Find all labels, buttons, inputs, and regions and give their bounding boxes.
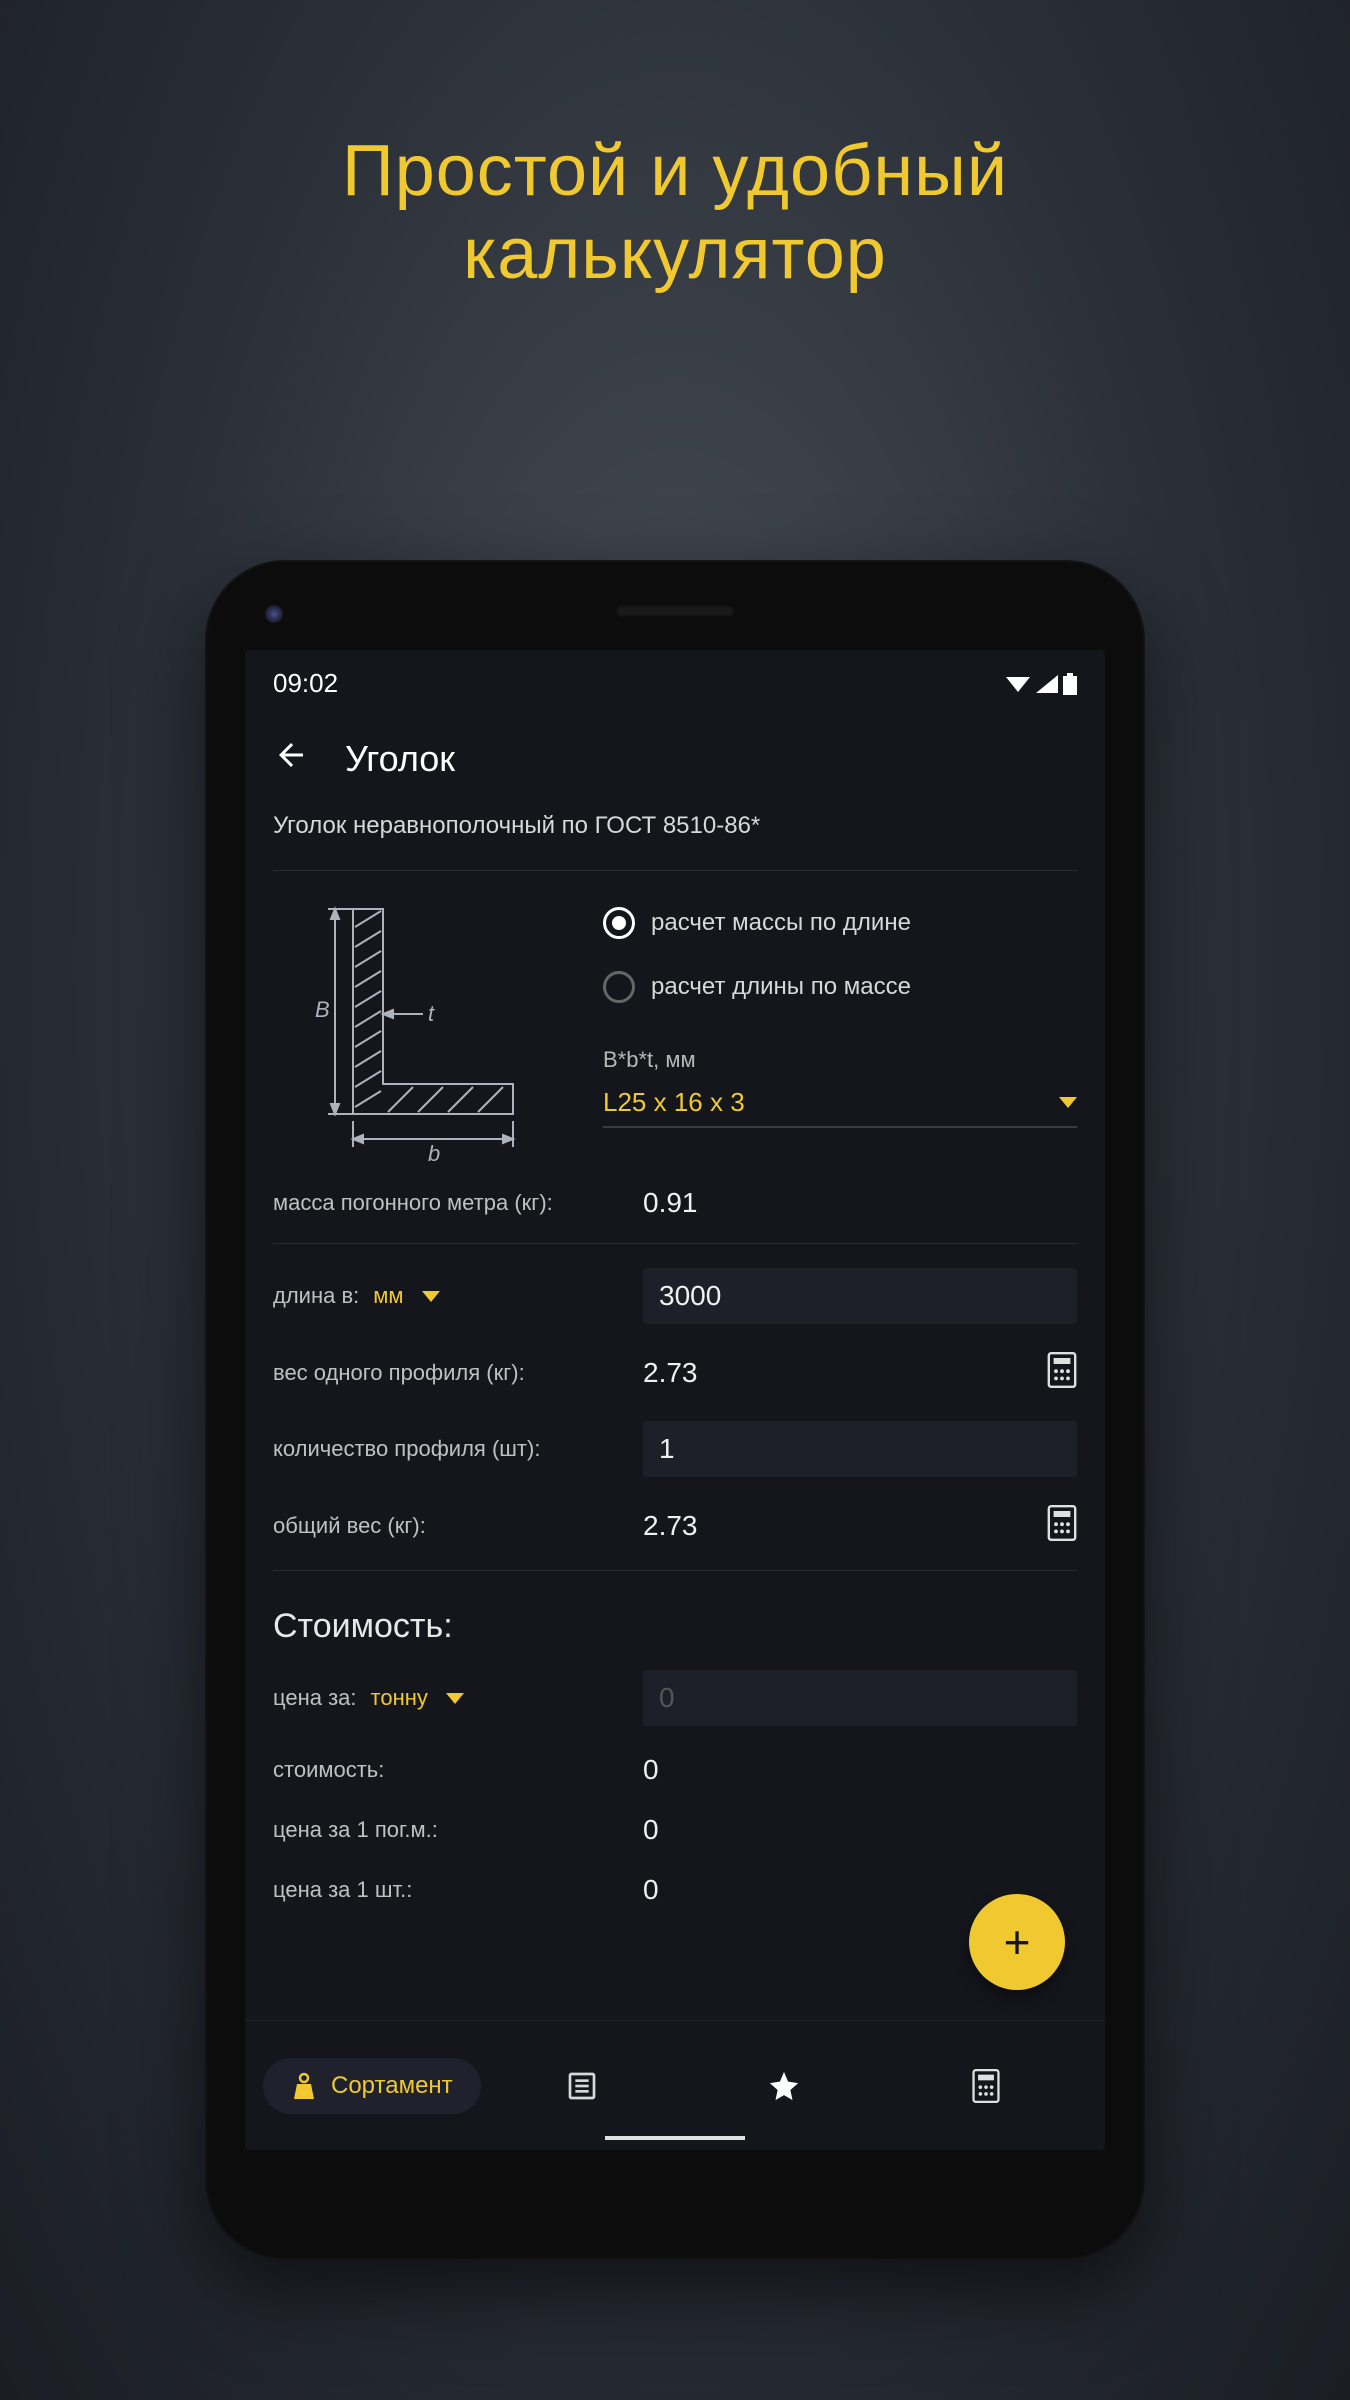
cost-section-title: Стоимость: <box>245 1581 1105 1656</box>
nav-list[interactable] <box>481 2070 683 2102</box>
value-cost: 0 <box>643 1754 1077 1786</box>
page-title: Уголок <box>345 738 455 780</box>
star-icon <box>767 2069 801 2103</box>
input-qty[interactable]: 1 <box>643 1421 1077 1477</box>
row-per-pogm: цена за 1 пог.м.: 0 <box>245 1800 1105 1860</box>
promo-line-1: Простой и удобный <box>0 130 1350 213</box>
label-length-text: длина в: <box>273 1283 359 1309</box>
label-length: длина в: мм <box>273 1283 623 1309</box>
nav-favorites[interactable] <box>683 2069 885 2103</box>
row-cost: стоимость: 0 <box>245 1740 1105 1800</box>
value-single-weight: 2.73 <box>643 1357 1027 1389</box>
status-icons <box>1005 673 1077 695</box>
radio-by-length[interactable]: расчет массы по длине <box>603 899 1077 963</box>
value-total-weight: 2.73 <box>643 1510 1027 1542</box>
divider <box>273 870 1077 871</box>
promo-title: Простой и удобный калькулятор <box>0 0 1350 296</box>
calc-mode-group: расчет массы по длине расчет длины по ма… <box>603 899 1077 1169</box>
value-per-pogm: 0 <box>643 1814 1077 1846</box>
status-bar: 09:02 <box>245 650 1105 709</box>
app-screen: 09:02 Уголок Уголок неравнополочный по Г… <box>245 650 1105 2150</box>
top-section: B b t расчет массы по длине расчет длины… <box>245 881 1105 1173</box>
diagram-label-b: b <box>428 1141 440 1166</box>
size-select[interactable]: L25 x 16 x 3 <box>603 1087 1077 1128</box>
label-total-weight: общий вес (кг): <box>273 1513 623 1539</box>
back-button[interactable] <box>273 737 309 780</box>
profile-diagram: B b t <box>273 899 573 1169</box>
wifi-icon <box>1005 674 1031 694</box>
divider <box>273 1570 1077 1571</box>
label-price-per: цена за: тонну <box>273 1685 623 1711</box>
value-mass-per-meter: 0.91 <box>643 1187 1077 1219</box>
label-price-per-text: цена за: <box>273 1685 357 1711</box>
row-single-weight: вес одного профиля (кг): 2.73 <box>245 1338 1105 1407</box>
length-unit-value: мм <box>373 1283 403 1309</box>
label-per-piece: цена за 1 шт.: <box>273 1877 623 1903</box>
promo-line-2: калькулятор <box>0 213 1350 296</box>
row-qty: количество профиля (шт): 1 <box>245 1407 1105 1491</box>
chevron-down-icon <box>422 1291 440 1302</box>
bottom-nav: Сортамент <box>245 2020 1105 2150</box>
label-single-weight: вес одного профиля (кг): <box>273 1360 623 1386</box>
list-icon <box>566 2070 598 2102</box>
input-price[interactable]: 0 <box>643 1670 1077 1726</box>
signal-icon <box>1035 674 1059 694</box>
battery-icon <box>1063 673 1077 695</box>
phone-frame: 09:02 Уголок Уголок неравнополочный по Г… <box>205 560 1145 2260</box>
calc-icon-button[interactable] <box>1047 1505 1077 1546</box>
diagram-label-B: B <box>315 997 330 1022</box>
nav-sortament[interactable]: Сортамент <box>263 2058 481 2114</box>
chevron-down-icon <box>1059 1097 1077 1108</box>
calc-icon-button[interactable] <box>1047 1352 1077 1393</box>
size-select-value: L25 x 16 x 3 <box>603 1087 745 1118</box>
label-cost: стоимость: <box>273 1757 623 1783</box>
label-qty: количество профиля (шт): <box>273 1436 623 1462</box>
fab-add[interactable]: + <box>969 1894 1065 1990</box>
price-unit-select[interactable]: тонну <box>371 1685 464 1711</box>
row-total-weight: общий вес (кг): 2.73 <box>245 1491 1105 1560</box>
calculator-icon <box>971 2069 1001 2103</box>
input-length[interactable]: 3000 <box>643 1268 1077 1324</box>
subtitle: Уголок неравнополочный по ГОСТ 8510-86* <box>245 802 1105 860</box>
nav-sortament-label: Сортамент <box>331 2072 453 2100</box>
radio-icon <box>603 907 635 939</box>
diagram-label-t: t <box>428 1001 435 1026</box>
size-param-label: B*b*t, мм <box>603 1047 1077 1073</box>
calculator-icon <box>1047 1505 1077 1541</box>
radio-by-mass-label: расчет длины по массе <box>651 973 911 1001</box>
weight-icon <box>291 2072 317 2100</box>
app-header: Уголок <box>245 709 1105 802</box>
row-mass-per-meter: масса погонного метра (кг): 0.91 <box>245 1173 1105 1233</box>
arrow-left-icon <box>273 737 309 773</box>
label-mass-per-meter: масса погонного метра (кг): <box>273 1190 623 1216</box>
row-price-per: цена за: тонну 0 <box>245 1656 1105 1740</box>
chevron-down-icon <box>446 1693 464 1704</box>
phone-speaker <box>615 605 735 617</box>
radio-by-length-label: расчет массы по длине <box>651 909 911 937</box>
label-per-pogm: цена за 1 пог.м.: <box>273 1817 623 1843</box>
radio-icon <box>603 971 635 1003</box>
plus-icon: + <box>1004 1915 1031 1969</box>
nav-calculator[interactable] <box>885 2069 1087 2103</box>
price-unit-value: тонну <box>371 1685 428 1711</box>
radio-by-mass[interactable]: расчет длины по массе <box>603 963 1077 1027</box>
status-time: 09:02 <box>273 668 338 699</box>
divider <box>273 1243 1077 1244</box>
row-per-piece: цена за 1 шт.: 0 <box>245 1860 1105 1920</box>
home-indicator <box>605 2136 745 2140</box>
row-length: длина в: мм 3000 <box>245 1254 1105 1338</box>
calculator-icon <box>1047 1352 1077 1388</box>
length-unit-select[interactable]: мм <box>373 1283 439 1309</box>
